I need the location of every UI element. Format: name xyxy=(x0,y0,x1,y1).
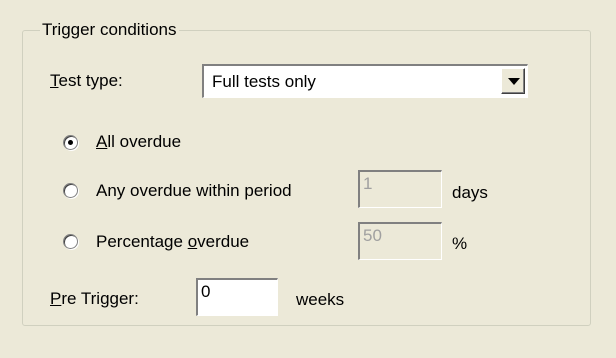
test-type-label-rest: est type: xyxy=(58,71,123,90)
pre-trigger-label: Pre Trigger: xyxy=(50,288,139,310)
any-overdue-radio[interactable] xyxy=(63,183,78,198)
any-overdue-label-rest: overdue within period xyxy=(125,181,292,200)
any-overdue-label[interactable]: Any overdue within period xyxy=(96,180,292,202)
radio-selected-dot xyxy=(68,140,73,145)
any-overdue-label-prefix: Any xyxy=(96,181,126,200)
all-overdue-label[interactable]: All overdue xyxy=(96,131,181,153)
test-type-label: Test type: xyxy=(50,70,123,92)
all-overdue-radio[interactable] xyxy=(63,135,78,150)
pre-trigger-input[interactable]: 0 xyxy=(196,278,278,316)
days-unit-label: days xyxy=(452,183,488,202)
pre-trigger-label-accel: P xyxy=(50,289,62,308)
dropdown-button[interactable] xyxy=(501,68,525,94)
percentage-overdue-label-prefix: Percentage xyxy=(96,232,188,251)
test-type-selected-value: Full tests only xyxy=(212,72,316,91)
percentage-overdue-label-rest: verdue xyxy=(197,232,250,251)
chevron-down-icon xyxy=(508,78,520,85)
percentage-overdue-label[interactable]: Percentage overdue xyxy=(96,231,249,253)
weeks-unit-label: weeks xyxy=(296,290,345,309)
all-overdue-label-accel: A xyxy=(96,132,108,151)
percentage-overdue-radio[interactable] xyxy=(63,234,78,249)
groupbox-title: Trigger conditions xyxy=(40,19,179,41)
pre-trigger-label-rest: re Trigger: xyxy=(61,289,139,308)
period-days-input[interactable]: 1 xyxy=(358,170,442,208)
test-type-select[interactable]: Full tests only xyxy=(202,64,528,98)
percentage-overdue-label-accel: o xyxy=(187,232,198,251)
test-type-label-accel: T xyxy=(50,71,59,90)
all-overdue-label-rest: ll overdue xyxy=(107,132,182,151)
percentage-input[interactable]: 50 xyxy=(358,222,442,260)
percent-unit-label: % xyxy=(452,234,468,253)
